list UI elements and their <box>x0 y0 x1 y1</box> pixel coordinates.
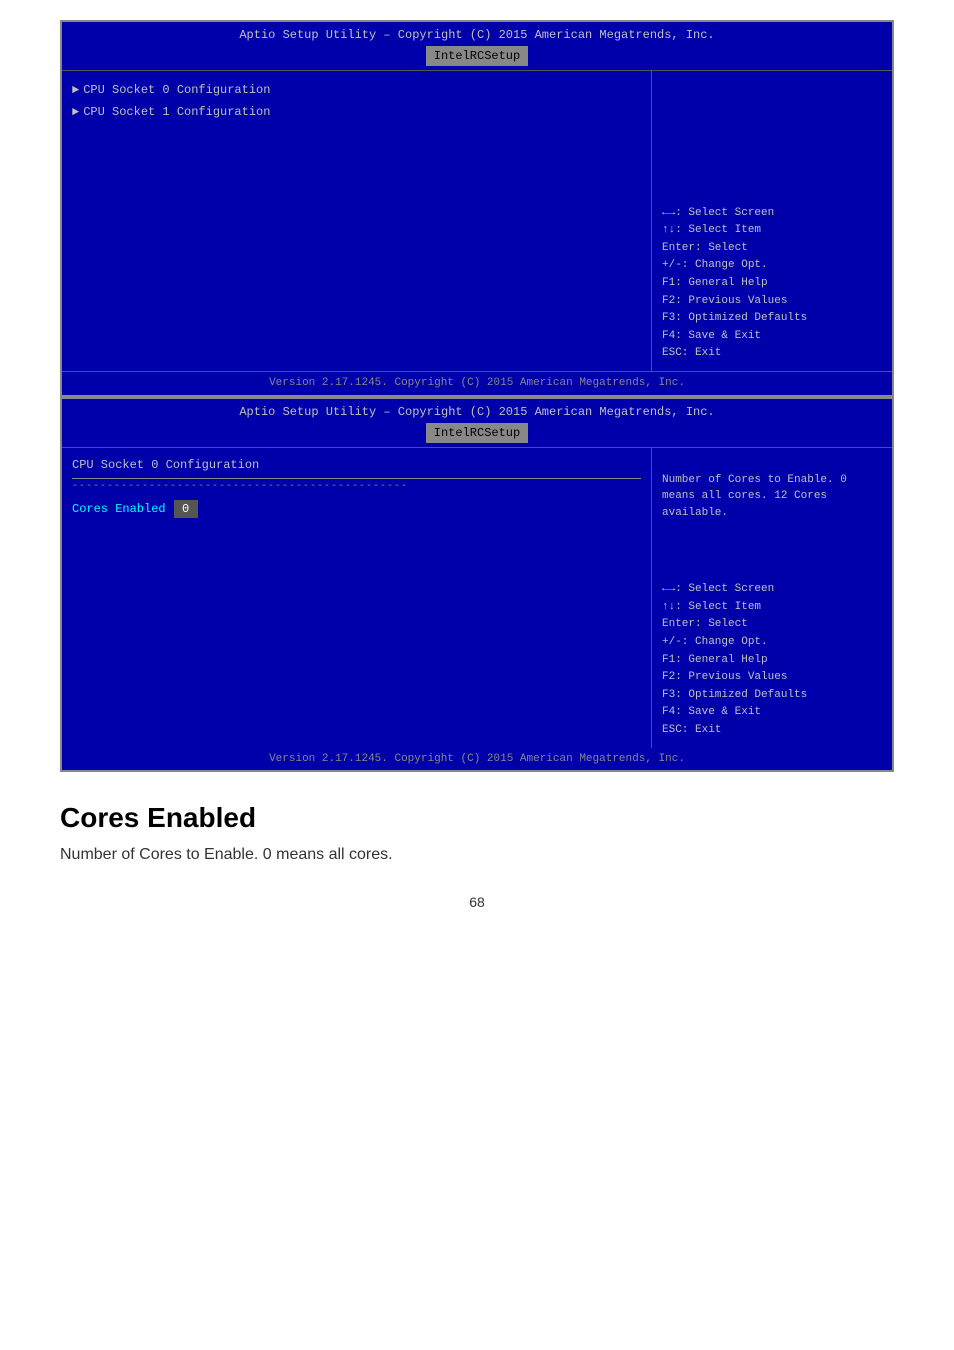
help-f4-1: F4: Save & Exit <box>662 328 882 346</box>
cores-enabled-value[interactable]: 0 <box>174 500 198 518</box>
bios-help-text-1: ←→: Select Screen ↑↓: Select Item Enter:… <box>662 205 882 363</box>
help-f1-1: F1: General Help <box>662 275 882 293</box>
divider-2: ----------------------------------------… <box>72 478 641 494</box>
bios-screen-2: Aptio Setup Utility – Copyright (C) 2015… <box>60 397 894 773</box>
bios-header-1: Aptio Setup Utility – Copyright (C) 2015… <box>62 22 892 71</box>
help-f2-2: F2: Previous Values <box>662 669 882 687</box>
bios-menu-panel-2: CPU Socket 0 Configuration -------------… <box>62 448 652 748</box>
help-select-screen-2: ←→: Select Screen <box>662 581 882 599</box>
bottom-section: Cores Enabled Number of Cores to Enable.… <box>60 772 894 920</box>
bios-footer-2: Version 2.17.1245. Copyright (C) 2015 Am… <box>62 748 892 771</box>
bios-menu-panel-1: ► CPU Socket 0 Configuration ► CPU Socke… <box>62 71 652 371</box>
bios-title-1: Aptio Setup Utility – Copyright (C) 2015… <box>70 26 884 44</box>
arrow-icon-0: ► <box>72 81 79 99</box>
cores-help-text: Number of Cores to Enable. 0 means all c… <box>662 472 882 522</box>
bios-tab-1[interactable]: IntelRCSetup <box>426 46 528 66</box>
help-f3-2: F3: Optimized Defaults <box>662 687 882 705</box>
help-f4-2: F4: Save & Exit <box>662 704 882 722</box>
bios-header-2: Aptio Setup Utility – Copyright (C) 2015… <box>62 399 892 448</box>
menu-item-cpu-socket-1[interactable]: ► CPU Socket 1 Configuration <box>72 101 641 123</box>
help-select-screen-1: ←→: Select Screen <box>662 205 882 223</box>
help-f3-1: F3: Optimized Defaults <box>662 310 882 328</box>
menu-item-cpu-socket-0[interactable]: ► CPU Socket 0 Configuration <box>72 79 641 101</box>
cores-row: Cores Enabled 0 <box>72 498 641 520</box>
bios-title-2: Aptio Setup Utility – Copyright (C) 2015… <box>70 403 884 421</box>
cores-enabled-label: Cores Enabled <box>72 500 166 518</box>
menu-item-label-1: CPU Socket 1 Configuration <box>83 103 270 121</box>
help-f2-1: F2: Previous Values <box>662 293 882 311</box>
help-change-opt-1: +/-: Change Opt. <box>662 257 882 275</box>
bios-help-panel-2: Number of Cores to Enable. 0 means all c… <box>652 448 892 748</box>
help-select-item-1: ↑↓: Select Item <box>662 222 882 240</box>
bios-footer-1: Version 2.17.1245. Copyright (C) 2015 Am… <box>62 371 892 395</box>
help-enter-1: Enter: Select <box>662 240 882 258</box>
help-enter-2: Enter: Select <box>662 616 882 634</box>
page-number: 68 <box>60 894 894 910</box>
help-esc-1: ESC: Exit <box>662 345 882 363</box>
section-title-2: CPU Socket 0 Configuration <box>72 456 641 474</box>
bios-tab-2[interactable]: IntelRCSetup <box>426 423 528 443</box>
bios-help-panel-1: ←→: Select Screen ↑↓: Select Item Enter:… <box>652 71 892 371</box>
feature-description: Number of Cores to Enable. 0 means all c… <box>60 846 894 864</box>
help-select-item-2: ↑↓: Select Item <box>662 599 882 617</box>
bios-help-text-2: ←→: Select Screen ↑↓: Select Item Enter:… <box>662 581 882 739</box>
help-change-opt-2: +/-: Change Opt. <box>662 634 882 652</box>
menu-item-label-0: CPU Socket 0 Configuration <box>83 81 270 99</box>
help-esc-2: ESC: Exit <box>662 722 882 740</box>
feature-title: Cores Enabled <box>60 802 894 834</box>
bios-screen-1: Aptio Setup Utility – Copyright (C) 2015… <box>60 20 894 397</box>
arrow-icon-1: ► <box>72 103 79 121</box>
help-f1-2: F1: General Help <box>662 652 882 670</box>
